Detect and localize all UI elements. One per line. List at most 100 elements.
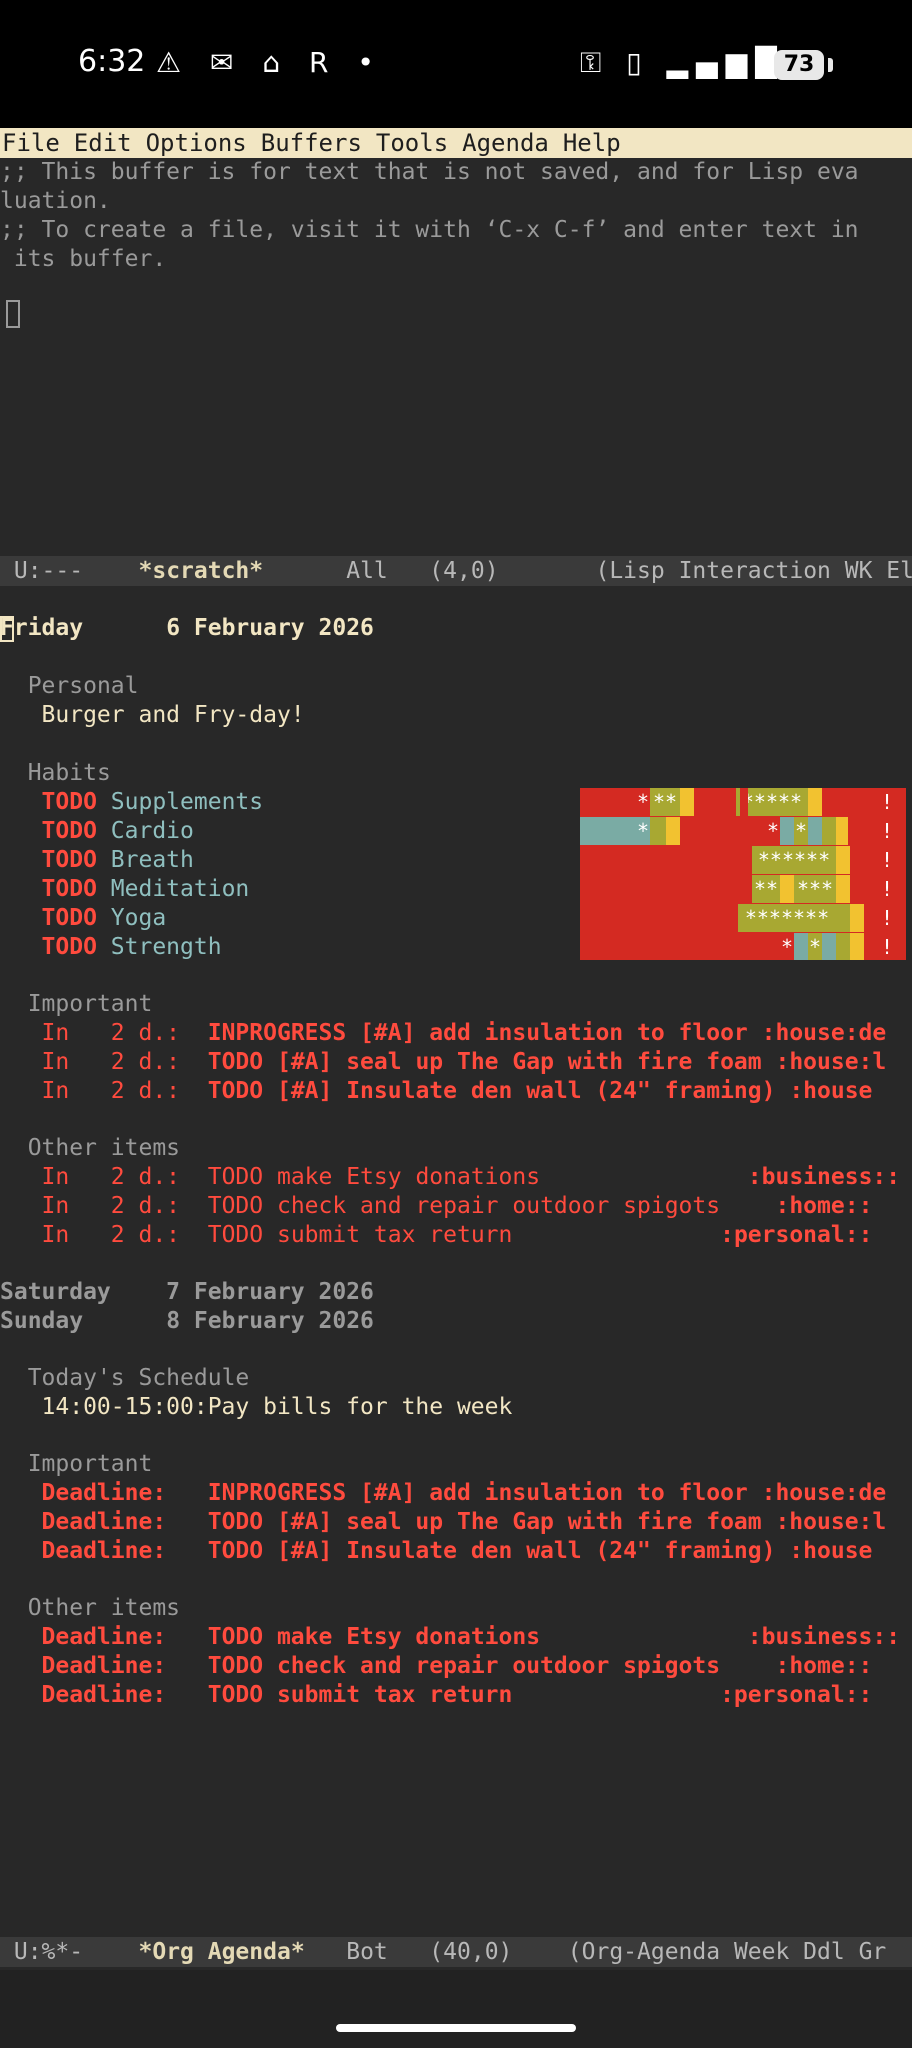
day-date: 6 February 2026 [166, 615, 374, 641]
menu-help[interactable]: Help [563, 129, 621, 157]
agenda-item[interactable]: Deadline: INPROGRESS [#A] add insulation… [0, 1479, 912, 1508]
agenda-item-when: In 2 d.: [41, 1193, 181, 1219]
section-heading: Important [0, 1450, 912, 1479]
section-heading: Other items [0, 1594, 912, 1623]
agenda-item-text: TODO check and repair outdoor spigots [207, 1653, 721, 1679]
battery-tip [828, 58, 833, 72]
day-weekday: Friday [0, 615, 84, 641]
agenda-item[interactable]: Burger and Fry-day! [0, 701, 912, 730]
agenda-item-text: TODO [#A] seal up The Gap with fire foam… [207, 1049, 887, 1075]
menu-options[interactable]: Options [146, 129, 247, 157]
agenda-item-when: Deadline: [41, 1624, 167, 1650]
section-heading: Today's Schedule [0, 1364, 912, 1393]
todo-keyword: TODO [41, 876, 97, 902]
section-heading: Important [0, 990, 912, 1019]
agenda-item[interactable]: Deadline: TODO make Etsy donations :busi… [0, 1623, 912, 1652]
habit-name: Meditation [110, 876, 250, 902]
day-date: 8 February 2026 [166, 1308, 374, 1334]
day-weekday: Saturday [0, 1279, 111, 1305]
section-heading-text: Habits [27, 760, 111, 786]
menu-file[interactable]: File [0, 129, 60, 157]
habit-name: Yoga [110, 905, 167, 931]
habit-consistency-graph: * ** ***** ! * * * ! ****** ! ** *** ! *… [580, 788, 906, 960]
agenda-item[interactable]: In 2 d.: INPROGRESS [#A] add insulation … [0, 1019, 912, 1048]
section-heading-text: Today's Schedule [27, 1365, 250, 1391]
modeline-modes[interactable]: (Lisp Interaction WK El [595, 558, 912, 584]
agenda-item-when: In 2 d.: [41, 1164, 181, 1190]
modeline-position: All (4,0) [346, 558, 499, 584]
agenda-item-text: TODO check and repair outdoor spigots [207, 1193, 721, 1219]
menu-tools[interactable]: Tools [376, 129, 448, 157]
section-heading-text: Other items [27, 1135, 181, 1161]
agenda-day-header[interactable]: Sunday 8 February 2026 [0, 1307, 912, 1336]
agenda-item-text: TODO make Etsy donations [207, 1164, 541, 1190]
scratch-line[interactable]: ;; This buffer is for text that is not s… [0, 158, 912, 187]
agenda-item-text: INPROGRESS [#A] add insulation to floor … [207, 1020, 887, 1046]
agenda-item-when: Deadline: [41, 1653, 167, 1679]
agenda-item-tag: :personal:: [720, 1222, 873, 1248]
agenda-item-when: Deadline: [41, 1480, 167, 1506]
agenda-item[interactable]: In 2 d.: TODO submit tax return :persona… [0, 1221, 912, 1250]
agenda-item[interactable]: In 2 d.: TODO make Etsy donations :busin… [0, 1163, 912, 1192]
agenda-item[interactable]: In 2 d.: TODO [#A] seal up The Gap with … [0, 1048, 912, 1077]
section-heading: Habits [0, 759, 912, 788]
agenda-item[interactable]: Deadline: TODO submit tax return :person… [0, 1681, 912, 1710]
modeline-state: U:%*- [13, 1939, 84, 1965]
section-heading-text: Other items [27, 1595, 181, 1621]
modeline-buffer-name[interactable]: *scratch* [139, 558, 264, 584]
agenda-item-text: TODO [#A] Insulate den wall (24" framing… [207, 1538, 873, 1564]
habit-name: Strength [110, 934, 222, 960]
emacs-menu-bar: File Edit Options Buffers Tools Agenda Help [0, 128, 912, 158]
todo-keyword: TODO [41, 789, 97, 815]
scratch-line[interactable]: ;; To create a file, visit it with ‘C-x … [0, 216, 912, 245]
agenda-item-when: Deadline: [41, 1538, 167, 1564]
habit-name: Supplements [110, 789, 264, 815]
modeline-state: U:--- [13, 558, 84, 584]
agenda-item-text: TODO submit tax return [207, 1222, 513, 1248]
scratch-line[interactable]: its buffer. [0, 245, 912, 274]
agenda-item-tag: :home:: [775, 1193, 873, 1219]
agenda-mode-line[interactable]: U:%*- *Org Agenda* Bot (40,0) (Org-Agend… [0, 1937, 912, 1967]
agenda-item-text: TODO [#A] Insulate den wall (24" framing… [207, 1078, 873, 1104]
agenda-item-text: INPROGRESS [#A] add insulation to floor … [207, 1480, 887, 1506]
agenda-item-text: TODO [#A] seal up The Gap with fire foam… [207, 1509, 887, 1535]
section-heading-text: Personal [27, 673, 139, 699]
agenda-item-text: TODO make Etsy donations [207, 1624, 541, 1650]
battery-icon: 73 [774, 50, 824, 80]
agenda-item-text: Burger and Fry-day! [41, 702, 305, 728]
todo-keyword: TODO [41, 934, 97, 960]
agenda-item-when: Deadline: [41, 1509, 167, 1535]
navigation-bar [0, 1970, 912, 2048]
section-heading: Other items [0, 1134, 912, 1163]
agenda-item-text: 14:00-15:00:Pay bills for the week [41, 1394, 513, 1420]
modeline-buffer-name[interactable]: *Org Agenda* [139, 1939, 305, 1965]
todo-keyword: TODO [41, 905, 97, 931]
agenda-item-when: In 2 d.: [41, 1222, 181, 1248]
scratch-mode-line[interactable]: U:--- *scratch* All (4,0) (Lisp Interact… [0, 556, 912, 586]
section-heading-text: Important [27, 991, 153, 1017]
agenda-item[interactable]: Deadline: TODO [#A] Insulate den wall (2… [0, 1537, 912, 1566]
habit-name: Breath [110, 847, 194, 873]
clock: 6:32 [78, 44, 146, 79]
agenda-day-header[interactable]: Friday 6 February 2026 [0, 614, 912, 643]
menu-buffers[interactable]: Buffers [261, 129, 362, 157]
agenda-item-tag: :business:: [747, 1624, 901, 1650]
menu-edit[interactable]: Edit [74, 129, 132, 157]
agenda-item-when: In 2 d.: [41, 1078, 181, 1104]
agenda-item-when: In 2 d.: [41, 1020, 181, 1046]
android-status-bar: 6:32 ⚠ ✉ ⌂ R • ⚿ ▯ ▂▄▆█ ≋ 73 [0, 0, 912, 128]
todo-keyword: TODO [41, 847, 97, 873]
scratch-line[interactable]: luation. [0, 187, 912, 216]
agenda-item-text: TODO submit tax return [207, 1682, 513, 1708]
modeline-modes[interactable]: (Org-Agenda Week Ddl Gr [568, 1939, 887, 1965]
agenda-item[interactable]: In 2 d.: TODO [#A] Insulate den wall (24… [0, 1077, 912, 1106]
agenda-item[interactable]: 14:00-15:00:Pay bills for the week [0, 1393, 912, 1422]
agenda-item[interactable]: Deadline: TODO check and repair outdoor … [0, 1652, 912, 1681]
agenda-item-tag: :business:: [747, 1164, 901, 1190]
agenda-item-when: In 2 d.: [41, 1049, 181, 1075]
home-gesture-handle[interactable] [336, 2024, 576, 2032]
menu-agenda[interactable]: Agenda [462, 129, 549, 157]
agenda-day-header[interactable]: Saturday 7 February 2026 [0, 1278, 912, 1307]
agenda-item[interactable]: In 2 d.: TODO check and repair outdoor s… [0, 1192, 912, 1221]
agenda-item[interactable]: Deadline: TODO [#A] seal up The Gap with… [0, 1508, 912, 1537]
